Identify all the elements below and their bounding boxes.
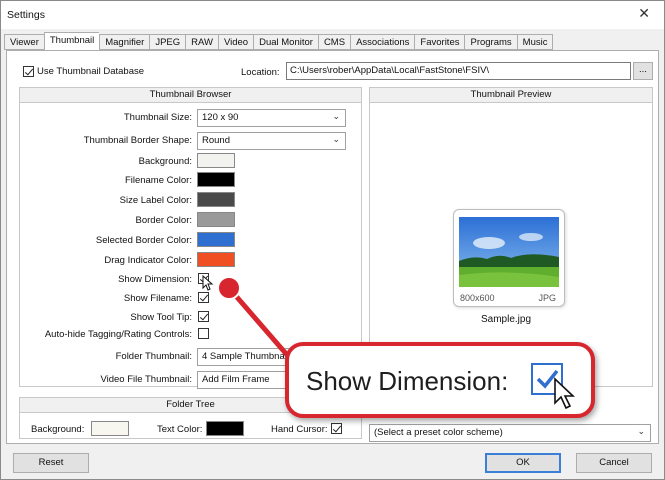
thumbnail-size-label: Thumbnail Size: (123, 112, 192, 123)
show-tooltip-checkbox[interactable] (198, 311, 209, 322)
browse-button[interactable]: ... (633, 62, 653, 80)
folder-tree-text-color-swatch[interactable] (206, 421, 244, 436)
border-color-swatch[interactable] (197, 212, 235, 227)
tab-thumbnail[interactable]: Thumbnail (43, 32, 100, 51)
use-thumbnail-db-label: Use Thumbnail Database (37, 66, 145, 77)
show-filename-checkbox[interactable] (198, 292, 209, 303)
hand-cursor-label: Hand Cursor: (271, 424, 328, 435)
tab-music[interactable]: Music (516, 34, 554, 50)
chevron-down-icon: ⌄ (332, 111, 340, 121)
thumbnail-filename-text: Sample.jpg (481, 314, 532, 325)
background-color-swatch[interactable] (197, 153, 235, 168)
tab-cms[interactable]: CMS (317, 34, 351, 50)
filename-color-label: Filename Color: (124, 175, 192, 186)
border-shape-label: Thumbnail Border Shape: (83, 135, 192, 146)
drag-indicator-color-swatch[interactable] (197, 252, 235, 267)
tab-video[interactable]: Video (217, 34, 254, 50)
ok-button[interactable]: OK (485, 453, 561, 473)
folder-tree-background-label: Background: (31, 424, 85, 435)
selected-border-color-label: Selected Border Color: (95, 235, 192, 246)
size-label-color-label: Size Label Color: (119, 195, 192, 206)
close-icon[interactable]: ✕ (638, 5, 650, 22)
tab-programs[interactable]: Programs (464, 34, 517, 50)
tab-magnifier[interactable]: Magnifier (99, 34, 150, 50)
thumbnail-size-value: 120 x 90 (202, 112, 239, 123)
autohide-label: Auto-hide Tagging/Rating Controls: (44, 329, 192, 340)
chevron-down-icon: ⌄ (332, 134, 340, 144)
color-scheme-select[interactable]: (Select a preset color scheme) ⌄ (369, 424, 651, 442)
sample-thumbnail-card: 800x600 JPG (453, 209, 565, 307)
thumbnail-type-text: JPG (538, 293, 556, 303)
location-input[interactable]: C:\Users\rober\AppData\Local\FastStone\F… (286, 62, 631, 80)
mouse-cursor-icon (202, 275, 214, 291)
video-thumbnail-value: Add Film Frame (202, 374, 270, 385)
title-bar: Settings ✕ (1, 1, 664, 29)
annotation-pointer (217, 276, 291, 359)
color-scheme-value: (Select a preset color scheme) (374, 427, 503, 438)
landscape-preview-image (459, 217, 559, 287)
show-dimension-label: Show Dimension: (118, 274, 192, 285)
folder-tree-text-color-label: Text Color: (157, 424, 203, 435)
autohide-checkbox[interactable] (198, 328, 209, 339)
filename-color-swatch[interactable] (197, 172, 235, 187)
folder-tree-background-swatch[interactable] (91, 421, 129, 436)
callout-label: Show Dimension: (306, 366, 509, 396)
folder-thumbnail-label: Folder Thumbnail: (115, 351, 192, 362)
background-color-label: Background: (138, 156, 192, 167)
mouse-cursor-icon (554, 377, 576, 410)
border-color-label: Border Color: (135, 215, 193, 226)
thumbnail-browser-heading: Thumbnail Browser (20, 88, 361, 103)
drag-indicator-color-label: Drag Indicator Color: (104, 255, 192, 266)
hand-cursor-checkbox[interactable] (331, 423, 342, 434)
tab-raw[interactable]: RAW (185, 34, 218, 50)
zoom-callout: Show Dimension: (285, 342, 595, 418)
tab-favorites[interactable]: Favorites (414, 34, 465, 50)
location-label: Location: (241, 67, 280, 78)
tab-dual-monitor[interactable]: Dual Monitor (253, 34, 318, 50)
tab-associations[interactable]: Associations (350, 34, 415, 50)
use-thumbnail-db-checkbox[interactable] (23, 66, 34, 77)
thumbnail-size-select[interactable]: 120 x 90 ⌄ (197, 109, 346, 127)
settings-window: Settings ✕ Viewer Thumbnail Magnifier JPEG R… (0, 0, 665, 480)
tab-viewer[interactable]: Viewer (4, 34, 44, 50)
cancel-button[interactable]: Cancel (576, 453, 652, 473)
chevron-down-icon: ⌄ (637, 426, 645, 436)
window-title: Settings (7, 9, 45, 21)
show-tooltip-label: Show Tool Tip: (130, 312, 192, 323)
tab-strip: Viewer Thumbnail Magnifier JPEG RAW Video Dual… (4, 32, 554, 51)
reset-button[interactable]: Reset (13, 453, 89, 473)
thumbnail-preview-heading: Thumbnail Preview (370, 88, 652, 103)
show-filename-label: Show Filename: (123, 293, 192, 304)
border-shape-value: Round (202, 135, 230, 146)
selected-border-color-swatch[interactable] (197, 232, 235, 247)
size-label-color-swatch[interactable] (197, 192, 235, 207)
tab-jpeg[interactable]: JPEG (149, 34, 186, 50)
thumbnail-dimension-text: 800x600 (460, 293, 495, 303)
video-thumbnail-label: Video File Thumbnail: (100, 374, 192, 385)
border-shape-select[interactable]: Round ⌄ (197, 132, 346, 150)
